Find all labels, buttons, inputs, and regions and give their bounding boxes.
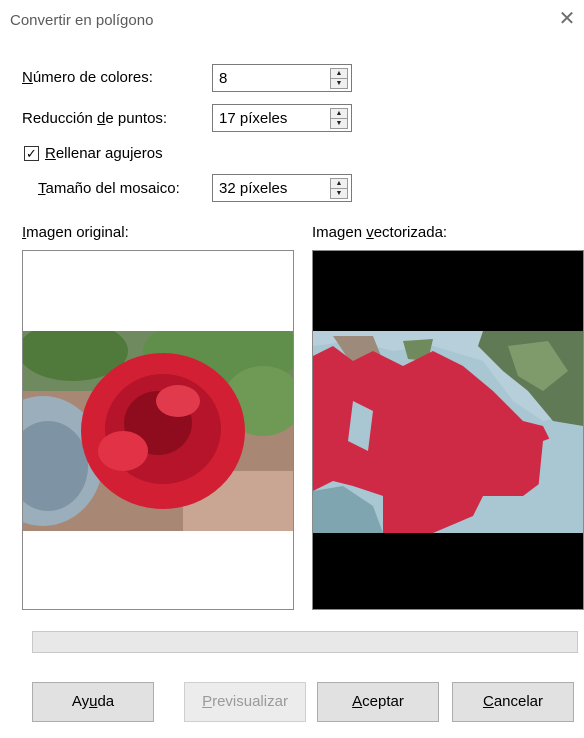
spinner-buttons: ▲ ▼ <box>330 108 348 129</box>
progress-bar <box>32 631 578 653</box>
spin-down-icon[interactable]: ▼ <box>331 119 347 128</box>
original-image-panel <box>22 250 294 610</box>
tile-size-spinner[interactable]: 32 píxeles ▲ ▼ <box>212 174 352 202</box>
point-reduction-label: Reducción de puntos: <box>22 110 168 127</box>
point-reduction-spinner[interactable]: 17 píxeles ▲ ▼ <box>212 104 352 132</box>
tile-size-value: 32 píxeles <box>219 180 288 197</box>
point-reduction-value: 17 píxeles <box>219 110 288 127</box>
spin-up-icon[interactable]: ▲ <box>331 109 347 119</box>
spin-down-icon[interactable]: ▼ <box>331 189 347 198</box>
original-image-label: Imagen original: <box>22 224 129 241</box>
num-colors-label: Número de colores: <box>22 69 153 86</box>
help-button[interactable]: Ayuda <box>32 682 154 722</box>
vectorized-rose-image <box>313 251 583 609</box>
original-rose-image <box>23 251 293 609</box>
preview-button[interactable]: Previsualizar <box>184 682 306 722</box>
vectorized-image-panel <box>312 250 584 610</box>
window-title: Convertir en polígono <box>10 12 154 29</box>
num-colors-spinner[interactable]: 8 ▲ ▼ <box>212 64 352 92</box>
fill-holes-label[interactable]: Rellenar agujeros <box>45 145 163 162</box>
close-icon[interactable]: ✕ <box>556 8 578 30</box>
spin-down-icon[interactable]: ▼ <box>331 79 347 88</box>
title-bar: Convertir en polígono ✕ <box>0 0 584 40</box>
num-colors-value: 8 <box>219 70 228 87</box>
fill-holes-checkbox[interactable]: ✓ <box>24 146 39 161</box>
cancel-button[interactable]: Cancelar <box>452 682 574 722</box>
spinner-buttons: ▲ ▼ <box>330 178 348 199</box>
spin-up-icon[interactable]: ▲ <box>331 179 347 189</box>
tile-size-label: Tamaño del mosaico: <box>38 180 180 197</box>
spin-up-icon[interactable]: ▲ <box>331 69 347 79</box>
vectorized-image-label: Imagen vectorizada: <box>312 224 448 241</box>
spinner-buttons: ▲ ▼ <box>330 68 348 89</box>
ok-button[interactable]: Aceptar <box>317 682 439 722</box>
